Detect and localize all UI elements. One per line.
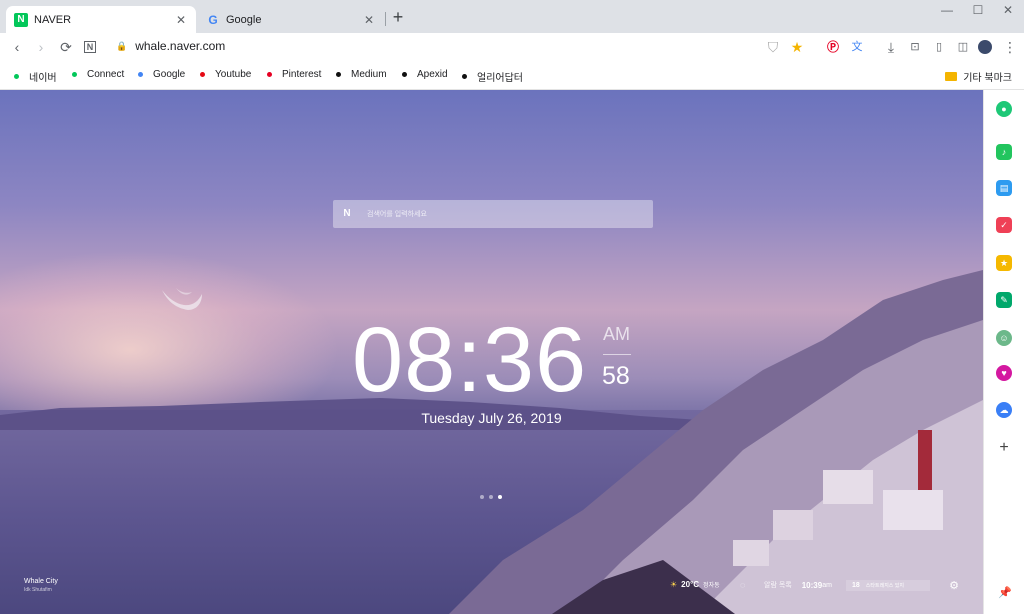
capture-icon[interactable]: ⊡ [906, 38, 924, 56]
bookmark-dot-icon [336, 72, 341, 77]
bookmark-google[interactable]: Google [138, 69, 185, 80]
bookmark-pinterest[interactable]: Pinterest [267, 69, 321, 80]
news-text: 스타트레지스 있지 [865, 583, 904, 589]
naver-app-icon[interactable]: ● [996, 101, 1012, 117]
alarm-widget[interactable]: 알람 목록 10:39 am [764, 580, 832, 590]
news-widget[interactable]: 18 스타트레지스 있지 [846, 580, 930, 591]
alarm-suffix: am [822, 581, 832, 589]
avatar-icon[interactable]: ☺ [996, 330, 1012, 346]
weather-sun-icon: ☀ [670, 580, 678, 589]
naver-n-icon: N [343, 208, 351, 219]
weather-location: 정자동 [703, 583, 720, 589]
tab-separator [385, 12, 386, 26]
download-icon[interactable]: ⤓ [882, 38, 900, 56]
pocket-icon[interactable]: ✓ [996, 217, 1012, 233]
maximize-icon[interactable]: ☐ [971, 3, 985, 17]
bookmark-dot-icon [72, 72, 77, 77]
credit-title: Whale City [24, 578, 58, 585]
url-text: whale.naver.com [135, 39, 226, 53]
whale-sidebar: ● ♪ ▤ ✓ ★ ✎ ☺ ♥ ☁ + 📌 [983, 90, 1024, 614]
star-icon[interactable]: ★ [788, 38, 806, 56]
reader-icon[interactable]: ▯ [930, 38, 948, 56]
pagination-dots [480, 495, 502, 499]
search-placeholder: 검색어를 입력하세요 [367, 211, 427, 218]
tab-title: NAVER [34, 13, 72, 26]
add-sidebar-app-button[interactable]: + [996, 440, 1012, 456]
toolbar: ‹ › ⟳ N 🔒 whale.naver.com ⛉ ★ Ⓟ 文 ⤓ ⊡ ▯ … [0, 33, 1024, 61]
bookmarks-bar: 네이버 Connect Google Youtube Pinterest Med… [0, 61, 1024, 90]
bookmark-youtube[interactable]: Youtube [200, 69, 251, 80]
tab-google[interactable]: G Google ✕ [198, 6, 384, 33]
sidebar-toggle-icon[interactable]: ◫ [954, 38, 972, 56]
bookmark-dot-icon [402, 72, 407, 77]
page-dot[interactable] [480, 495, 484, 499]
page-dot[interactable] [489, 495, 493, 499]
gear-icon[interactable]: ⚙ [948, 580, 960, 592]
cloud-icon[interactable]: ☁ [996, 402, 1012, 418]
tab-strip: N NAVER ✕ G Google ✕ + — ☐ ✕ [0, 0, 1024, 33]
clock-divider [603, 354, 631, 355]
favorites-icon[interactable]: ★ [996, 255, 1012, 271]
bookmark-dot-icon [200, 72, 205, 77]
tab-naver[interactable]: N NAVER ✕ [6, 6, 196, 33]
translate-icon[interactable]: ✎ [996, 292, 1012, 308]
tab-title: Google [226, 13, 262, 26]
back-icon[interactable]: ‹ [8, 38, 26, 56]
close-icon[interactable]: ✕ [174, 13, 188, 27]
weather-widget[interactable]: ☀ 20°C 정자동 [670, 580, 720, 589]
naver-n-icon: N [14, 12, 28, 27]
translate-extension-icon[interactable]: 文 [848, 38, 866, 56]
clock-date: Tuesday July 26, 2019 [421, 410, 562, 426]
whale-logo-icon [162, 288, 202, 310]
heart-icon[interactable]: ♥ [996, 365, 1012, 381]
bookmark-connect[interactable]: Connect [72, 69, 124, 80]
alarm-label: 알람 목록 [764, 582, 792, 589]
naver-home-icon[interactable]: N [84, 41, 96, 53]
bookmark-earlyadopter[interactable]: 얼리어답터 [462, 69, 523, 84]
close-icon[interactable]: ✕ [362, 13, 376, 27]
new-tab-button[interactable]: + [390, 8, 406, 26]
reload-icon[interactable]: ⟳ [57, 38, 75, 56]
bookmark-dot-icon [462, 74, 467, 79]
bookmark-dot-icon [14, 74, 19, 79]
credit-author: Idk Shutafim [24, 587, 52, 593]
calendar-icon[interactable]: ▤ [996, 180, 1012, 196]
bookmark-apexid[interactable]: Apexid [402, 69, 448, 80]
weather-temp: 20°C [681, 580, 700, 589]
minimize-icon[interactable]: — [940, 3, 954, 17]
bookmark-medium[interactable]: Medium [336, 69, 387, 80]
pinterest-extension-icon[interactable]: Ⓟ [824, 38, 842, 56]
bookmark-naver[interactable]: 네이버 [14, 69, 57, 84]
profile-avatar[interactable] [978, 40, 992, 54]
folder-icon [945, 72, 958, 81]
bookmark-folder-other[interactable]: 기타 북마크 [945, 69, 1012, 84]
alarm-time: 10:39 [801, 580, 823, 590]
bookmark-dot-icon [267, 72, 272, 77]
menu-icon[interactable]: ⋮ [1001, 38, 1019, 56]
clock-time: 08:36 [352, 309, 588, 411]
loading-icon: ◌ [740, 580, 746, 590]
background-credit[interactable]: Whale City Idk Shutafim [24, 578, 58, 593]
google-g-icon: G [208, 12, 218, 27]
bookmark-dot-icon [138, 72, 143, 77]
address-bar[interactable]: 🔒 whale.naver.com [116, 39, 225, 53]
news-number: 18 [852, 582, 860, 589]
notification-icon[interactable]: ♪ [996, 144, 1012, 160]
page-dot-active[interactable] [498, 495, 502, 499]
forward-icon[interactable]: › [32, 38, 50, 56]
pin-icon[interactable]: 📌 [998, 586, 1012, 599]
window-close-icon[interactable]: ✕ [1001, 3, 1015, 17]
new-tab-page: N 검색어를 입력하세요 08:36 AM 58 Tuesday July 26… [0, 90, 983, 614]
shield-icon[interactable]: ⛉ [764, 38, 782, 56]
clock-ampm: AM [603, 324, 630, 344]
search-box[interactable]: N 검색어를 입력하세요 [333, 200, 653, 228]
lock-icon: 🔒 [116, 40, 128, 51]
clock-seconds: 58 [602, 362, 630, 390]
